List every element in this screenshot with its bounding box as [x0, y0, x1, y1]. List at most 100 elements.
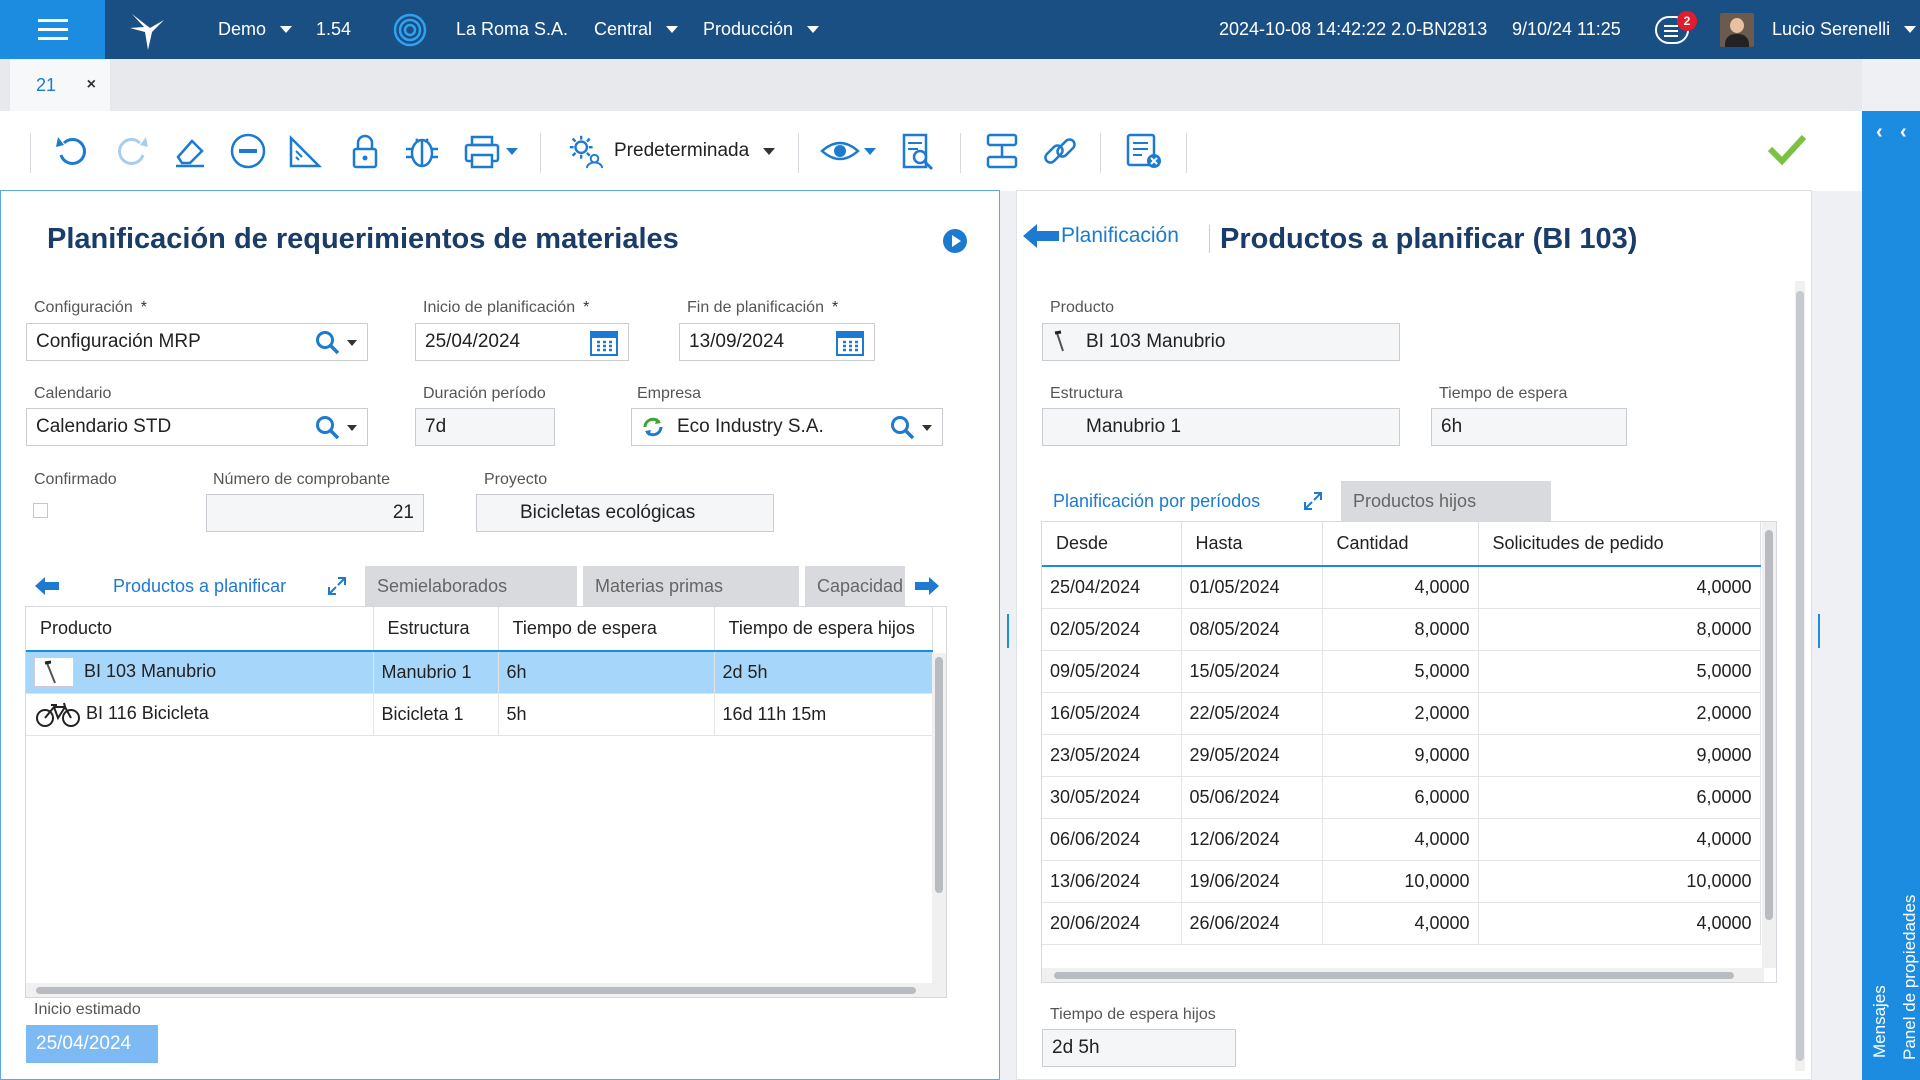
proyecto-field[interactable]: Bicicletas ecológicas: [476, 494, 774, 532]
table-row[interactable]: 09/05/2024 15/05/2024 5,0000 5,0000: [1042, 650, 1761, 693]
chevron-down-icon[interactable]: [347, 340, 357, 346]
col-tiempo-espera-hijos[interactable]: Tiempo de espera hijos: [714, 607, 933, 652]
link-icon[interactable]: [1040, 129, 1080, 173]
search-icon[interactable]: [890, 415, 916, 441]
company-name[interactable]: La Roma S.A.: [456, 0, 568, 59]
espera-hijos-field[interactable]: 2d 5h: [1042, 1029, 1236, 1067]
bicycle-icon: [34, 699, 82, 729]
periodos-grid: Desde Hasta Cantidad Solicitudes de pedi…: [1041, 521, 1777, 983]
espera-field[interactable]: 6h: [1431, 408, 1627, 446]
grid-horizontal-scrollbar[interactable]: [1042, 968, 1764, 982]
producto-field[interactable]: BI 103 Manubrio: [1042, 323, 1400, 361]
calendario-field[interactable]: Calendario STD: [26, 408, 368, 446]
notifications-button[interactable]: 2: [1655, 0, 1697, 59]
table-row[interactable]: 02/05/2024 08/05/2024 8,0000 8,0000: [1042, 608, 1761, 651]
col-estructura[interactable]: Estructura: [373, 607, 499, 652]
user-avatar[interactable]: [1720, 0, 1754, 59]
cell-producto: BI 103 Manubrio: [26, 651, 374, 694]
collapse-left-icon[interactable]: ‹: [1876, 121, 1883, 144]
demo-menu[interactable]: Demo: [218, 0, 293, 59]
app-logo-icon[interactable]: [128, 0, 168, 59]
table-row[interactable]: 16/05/2024 22/05/2024 2,0000 2,0000: [1042, 692, 1761, 735]
align-center-icon[interactable]: [982, 129, 1022, 173]
expand-icon[interactable]: [1303, 491, 1323, 511]
table-row[interactable]: 06/06/2024 12/06/2024 4,0000 4,0000: [1042, 818, 1761, 861]
document-tab[interactable]: 21 ×: [10, 59, 110, 111]
play-icon[interactable]: [943, 229, 967, 258]
ruler-icon[interactable]: [286, 129, 326, 173]
cell-desde: 13/06/2024: [1042, 860, 1182, 903]
cell-cantidad: 6,0000: [1322, 776, 1479, 819]
tab-prev-arrow-icon[interactable]: [25, 566, 71, 606]
cancel-icon[interactable]: [228, 129, 268, 173]
grid-vertical-scrollbar[interactable]: [1762, 522, 1776, 968]
fin-date-field[interactable]: 13/09/2024: [679, 323, 875, 361]
confirm-check-icon[interactable]: [1767, 131, 1807, 172]
layout-menu[interactable]: Predeterminada: [566, 129, 776, 173]
cell-desde: 20/06/2024: [1042, 902, 1182, 945]
col-producto[interactable]: Producto: [26, 607, 374, 652]
tab-label: Materias primas: [595, 575, 724, 596]
table-row[interactable]: 13/06/2024 19/06/2024 10,0000 10,0000: [1042, 860, 1761, 903]
tab-semielaborados[interactable]: Semielaborados: [365, 566, 577, 606]
espera-hijos-value: 2d 5h: [1052, 1037, 1100, 1058]
table-row[interactable]: 25/04/2024 01/05/2024 4,0000 4,0000: [1042, 566, 1761, 609]
search-icon[interactable]: [315, 415, 341, 441]
delete-list-icon[interactable]: [1124, 129, 1164, 173]
col-desde[interactable]: Desde: [1042, 522, 1182, 567]
tab-next-arrow-icon[interactable]: [905, 566, 951, 606]
search-icon[interactable]: [315, 330, 341, 356]
configuracion-field[interactable]: Configuración MRP: [26, 323, 368, 361]
tab-planificacion-periodos[interactable]: Planificación por períodos: [1041, 481, 1337, 521]
comprobante-field[interactable]: 21: [206, 494, 424, 532]
calendar-icon[interactable]: [590, 330, 618, 356]
tab-productos-a-planificar[interactable]: Productos a planificar: [75, 566, 361, 606]
properties-panel-tab[interactable]: Panel de propiedades: [1900, 895, 1920, 1060]
table-row[interactable]: 30/05/2024 05/06/2024 6,0000 6,0000: [1042, 776, 1761, 819]
inicio-estimado-field[interactable]: 25/04/2024: [26, 1025, 158, 1063]
undo-icon[interactable]: [52, 129, 92, 173]
view-menu[interactable]: [820, 129, 876, 173]
grid-vertical-scrollbar[interactable]: [932, 653, 946, 985]
toolbar-divider: [30, 133, 31, 173]
eraser-icon[interactable]: [170, 129, 210, 173]
close-icon[interactable]: ×: [87, 76, 96, 94]
collapse-left-icon[interactable]: ‹: [1900, 121, 1907, 144]
empresa-field[interactable]: Eco Industry S.A.: [631, 408, 943, 446]
col-hasta[interactable]: Hasta: [1181, 522, 1323, 567]
confirmado-checkbox[interactable]: [33, 503, 48, 518]
tab-materias-primas[interactable]: Materias primas: [583, 566, 799, 606]
table-row[interactable]: BI 103 Manubrio Manubrio 1 6h 2d 5h: [26, 651, 933, 694]
tab-productos-hijos[interactable]: Productos hijos: [1341, 481, 1551, 521]
back-link[interactable]: Planificación: [1021, 221, 1179, 251]
redo-icon[interactable]: [112, 129, 152, 173]
inicio-date-field[interactable]: 25/04/2024: [415, 323, 629, 361]
user-menu[interactable]: Lucio Serenelli: [1772, 0, 1917, 59]
col-solicitudes[interactable]: Solicitudes de pedido: [1478, 522, 1761, 567]
environment-menu[interactable]: Producción: [703, 0, 820, 59]
messages-tab[interactable]: Mensajes: [1870, 985, 1890, 1058]
hamburger-menu-icon[interactable]: [0, 0, 105, 59]
expand-icon[interactable]: [327, 576, 347, 596]
planning-tabs: Planificación por períodos Productos hij…: [1041, 481, 1561, 521]
estructura-field[interactable]: Manubrio 1: [1042, 408, 1400, 446]
col-tiempo-espera[interactable]: Tiempo de espera: [498, 607, 715, 652]
duracion-field[interactable]: 7d: [415, 408, 555, 446]
grid-horizontal-scrollbar[interactable]: [26, 983, 946, 997]
splitter-handle[interactable]: [1818, 614, 1820, 648]
calendar-icon[interactable]: [836, 330, 864, 356]
table-row[interactable]: BI 116 Bicicleta Bicicleta 1 5h 16d 11h …: [26, 693, 933, 736]
col-cantidad[interactable]: Cantidad: [1322, 522, 1479, 567]
splitter-handle[interactable]: [1007, 614, 1009, 648]
lock-icon[interactable]: [345, 129, 385, 173]
table-row[interactable]: 20/06/2024 26/06/2024 4,0000 4,0000: [1042, 902, 1761, 945]
inicio-label: Inicio de planificación *: [423, 299, 590, 316]
chevron-down-icon[interactable]: [922, 425, 932, 431]
branch-menu[interactable]: Central: [594, 0, 679, 59]
table-row[interactable]: 23/05/2024 29/05/2024 9,0000 9,0000: [1042, 734, 1761, 777]
document-search-icon[interactable]: [898, 129, 938, 173]
bug-icon[interactable]: [402, 129, 442, 173]
print-button[interactable]: [462, 129, 518, 173]
panel-scrollbar[interactable]: [1795, 281, 1805, 1071]
chevron-down-icon[interactable]: [347, 425, 357, 431]
